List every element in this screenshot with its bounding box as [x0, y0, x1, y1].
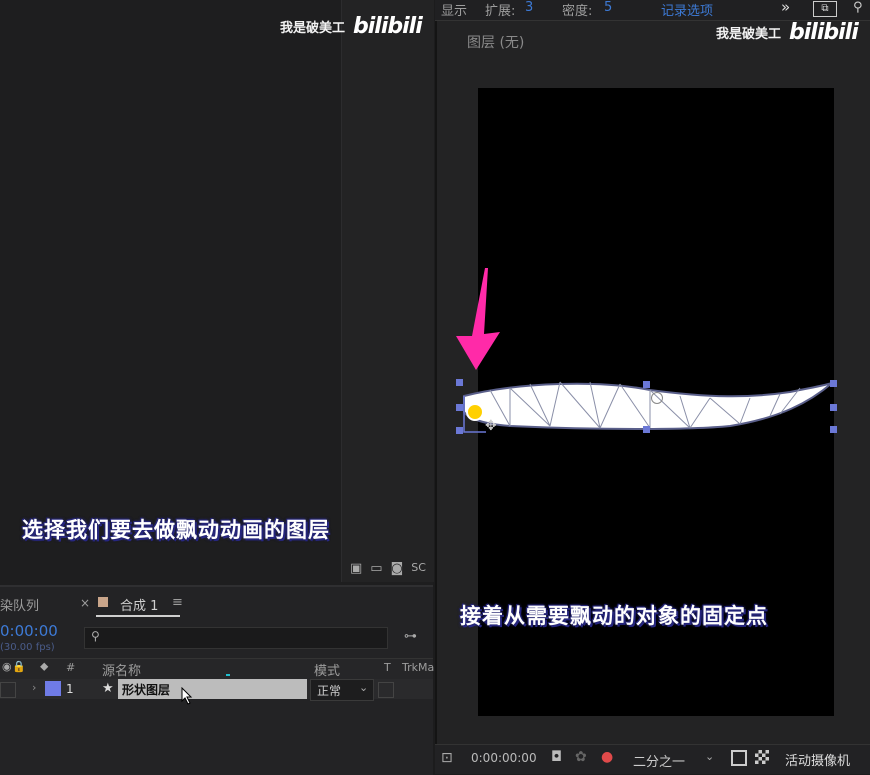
timeline-panel: 染队列 × 合成 1 ≡ 0:00:00 (30.00 fps) ⚲ ⊶ ◉ 🔒…	[0, 585, 435, 775]
watermark-text: 我是破美工	[280, 21, 346, 36]
resolution-select[interactable]: 二分之一 ⌄	[629, 748, 721, 770]
watermark-right: 我是破美工 bilibili	[716, 20, 859, 45]
comp-flowchart-icon[interactable]: ⊶	[404, 629, 417, 644]
viewer-timecode[interactable]: 0:00:00:00	[471, 751, 537, 765]
preserve-transparency-toggle[interactable]	[378, 682, 394, 698]
resolution-value: 二分之一	[633, 755, 686, 770]
lock-icon[interactable]: 🔒	[12, 660, 26, 673]
shape-layer-star-icon: ★	[102, 681, 114, 696]
eye-icon[interactable]: ◉	[2, 660, 12, 673]
fps-readout: (30.00 fps)	[0, 642, 55, 653]
chevron-down-icon: ⌄	[359, 681, 369, 694]
col-t: T	[384, 661, 391, 674]
anchor-point-icon[interactable]	[651, 392, 663, 404]
view-icons-row: ▣ ▭ ◙ SC	[350, 561, 426, 576]
tab-comp[interactable]: 合成 1	[120, 595, 158, 614]
density-label: 密度:	[562, 4, 593, 19]
display-label: 显示	[441, 4, 468, 19]
bbox-handle-tr[interactable]	[830, 380, 837, 387]
active-tab-underline	[96, 615, 180, 617]
bbox-handle-br[interactable]	[830, 426, 837, 433]
snapshot-icon[interactable]: ▣	[350, 561, 362, 576]
density-value[interactable]: 5	[604, 0, 612, 15]
marker-indicator	[226, 674, 230, 676]
search-icon: ⚲	[91, 629, 100, 643]
layer-name: 形状图层	[122, 683, 171, 697]
region-of-interest-icon[interactable]: ⊡	[441, 750, 453, 766]
current-timecode[interactable]: 0:00:00	[0, 622, 58, 640]
viewer-bottom-bar: ⊡ 0:00:00:00 ◘ ✿ ● 二分之一 ⌄ 活动摄像机	[435, 744, 870, 774]
layer-label-color[interactable]	[45, 681, 61, 696]
blend-mode-select[interactable]: 正常 ⌄	[310, 679, 374, 701]
comp-color-swatch	[98, 597, 108, 607]
tab-menu-icon[interactable]: ≡	[172, 595, 183, 610]
expansion-label: 扩展:	[485, 4, 516, 19]
active-camera-select[interactable]: 活动摄像机	[785, 750, 850, 769]
subtitle-left: 选择我们要去做飘动动画的图层	[22, 518, 330, 542]
search-help-icon[interactable]: ⚲	[853, 0, 863, 15]
col-trkmat: TrkMa	[402, 661, 435, 674]
blend-mode-value: 正常	[317, 684, 342, 698]
side-panel-column	[341, 0, 434, 582]
workspace-icon[interactable]: ⧉	[813, 1, 837, 17]
mouse-cursor-icon	[181, 687, 193, 705]
subtitle-right: 接着从需要飘动的对象的固定点	[460, 604, 768, 628]
bilibili-logo: bilibili	[353, 14, 423, 39]
tab-render-queue[interactable]: 染队列	[0, 595, 39, 614]
bbox-handle-tc[interactable]	[643, 381, 650, 388]
layer-column-headers	[0, 658, 433, 680]
pink-arrow-annotation	[456, 268, 500, 370]
watermark-left: 我是破美工 bilibili	[280, 14, 423, 39]
chevron-down-icon: ⌄	[705, 750, 715, 763]
col-mode[interactable]: 模式	[314, 660, 340, 679]
transparency-grid-icon[interactable]	[755, 750, 769, 764]
bbox-handle-mr[interactable]	[830, 404, 837, 411]
bilibili-logo: bilibili	[789, 20, 859, 45]
puppet-pin-icon[interactable]	[466, 403, 484, 421]
bbox-handle-bc[interactable]	[643, 426, 650, 433]
color-channels-icon[interactable]: ●	[601, 749, 613, 765]
expansion-value[interactable]: 3	[525, 0, 533, 15]
monitor-icon[interactable]: ▭	[370, 561, 382, 576]
expand-chevron-icon[interactable]: ›	[32, 681, 36, 694]
layer-search-input[interactable]: ⚲	[84, 627, 388, 649]
crosshair-cursor-icon: ✥	[485, 418, 497, 434]
bbox-handle-bl[interactable]	[456, 427, 463, 434]
vr-goggles-icon[interactable]: ◙	[391, 561, 404, 576]
visibility-toggle[interactable]	[0, 682, 16, 698]
record-options-link[interactable]: 记录选项	[661, 0, 713, 19]
layer-panel-title: 图层 (无)	[467, 35, 525, 51]
layer-name-field[interactable]: 形状图层	[118, 679, 307, 699]
close-tab-icon[interactable]: ×	[80, 596, 90, 610]
label-tag-icon[interactable]: ⬥	[40, 659, 48, 674]
zoom-label-icon: SC	[411, 561, 426, 574]
show-snapshot-icon[interactable]: ✿	[575, 749, 587, 765]
bbox-handle-tl[interactable]	[456, 379, 463, 386]
col-hash: #	[66, 661, 76, 674]
more-tools-icon[interactable]: »	[781, 0, 790, 16]
watermark-text: 我是破美工	[716, 27, 782, 42]
camera-snapshot-icon[interactable]: ◘	[551, 749, 562, 765]
puppet-toolbar: 显示 扩展: 3 密度: 5 记录选项 » ⧉ ⚲	[435, 0, 870, 21]
layer-index: 1	[66, 682, 74, 696]
fast-preview-icon[interactable]	[731, 750, 747, 766]
bbox-handle-ml[interactable]	[456, 404, 463, 411]
col-source-name[interactable]: 源名称	[102, 660, 141, 679]
